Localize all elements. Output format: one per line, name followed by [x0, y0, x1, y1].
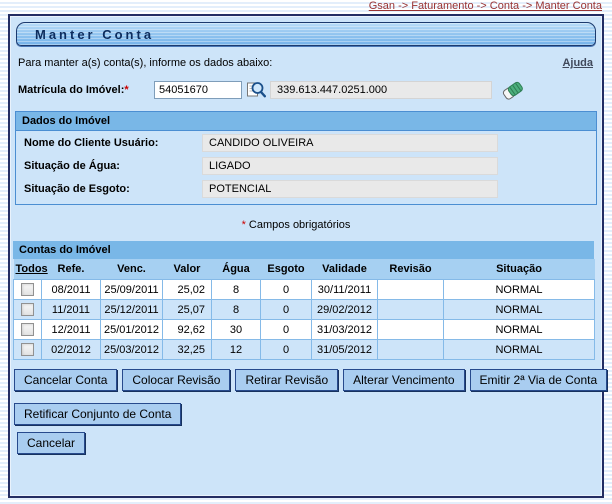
cell-validade: 31/05/2012 [312, 340, 378, 360]
actions-row-1: Cancelar Conta Colocar Revisão Retirar R… [14, 369, 598, 391]
manter-conta-panel: Manter Conta Para manter a(s) conta(s), … [8, 14, 604, 498]
cell-venc: 25/12/2011 [101, 300, 163, 320]
help-link[interactable]: Ajuda [562, 57, 593, 69]
cell-revisao [378, 320, 444, 340]
table-row: 11/2011 25/12/2011 25,07 8 0 29/02/2012 … [14, 300, 595, 320]
cell-situacao: NORMAL [444, 340, 595, 360]
matricula-label: Matrícula do Imóvel:* [18, 84, 154, 96]
cell-situacao: NORMAL [444, 280, 595, 300]
cell-situacao: NORMAL [444, 300, 595, 320]
actions-row-3: Cancelar [17, 432, 598, 454]
matricula-label-text: Matrícula do Imóvel: [18, 84, 124, 96]
required-note-asterisk: * [242, 219, 246, 231]
retificar-conjunto-button[interactable]: Retificar Conjunto de Conta [14, 403, 181, 425]
cell-refe: 08/2011 [42, 280, 101, 300]
col-revisao: Revisão [378, 259, 444, 280]
field-row-nome-cliente: Nome do Cliente Usuário: CANDIDO OLIVEIR… [16, 131, 596, 154]
cell-esgoto: 0 [261, 280, 312, 300]
page-title-bar: Manter Conta [16, 22, 596, 46]
cell-valor: 32,25 [163, 340, 212, 360]
table-row: 12/2011 25/01/2012 92,62 30 0 31/03/2012… [14, 320, 595, 340]
emitir-segunda-via-button[interactable]: Emitir 2ª Via de Conta [470, 369, 608, 391]
contas-section: Contas do Imóvel Todos Refe. Venc. Valor… [13, 241, 594, 360]
nome-cliente-value: CANDIDO OLIVEIRA [202, 134, 498, 152]
actions-area: Cancelar Conta Colocar Revisão Retirar R… [13, 369, 599, 454]
cell-validade: 30/11/2011 [312, 280, 378, 300]
field-row-situacao-esgoto: Situação de Esgoto: POTENCIAL [16, 177, 596, 204]
retirar-revisao-button[interactable]: Retirar Revisão [235, 369, 338, 391]
cell-refe: 11/2011 [42, 300, 101, 320]
cancelar-button[interactable]: Cancelar [17, 432, 85, 454]
matricula-row: Matrícula do Imóvel:* 339.613.447.0251.0… [13, 71, 599, 107]
eraser-icon[interactable] [502, 79, 524, 101]
cell-venc: 25/09/2011 [101, 280, 163, 300]
contas-title: Contas do Imóvel [13, 241, 594, 259]
row-checkbox[interactable] [21, 323, 34, 336]
cell-refe: 02/2012 [42, 340, 101, 360]
field-row-situacao-agua: Situação de Água: LIGADO [16, 154, 596, 177]
table-row: 02/2012 25/03/2012 32,25 12 0 31/05/2012… [14, 340, 595, 360]
matricula-input[interactable] [154, 81, 242, 99]
row-checkbox[interactable] [21, 303, 34, 316]
intro-row: Para manter a(s) conta(s), informe os da… [13, 52, 599, 71]
row-checkbox[interactable] [21, 343, 34, 356]
col-refe: Refe. [42, 259, 101, 280]
cell-valor: 25,02 [163, 280, 212, 300]
cell-esgoto: 0 [261, 340, 312, 360]
cell-venc: 25/01/2012 [101, 320, 163, 340]
cell-agua: 30 [212, 320, 261, 340]
cell-revisao [378, 280, 444, 300]
cell-validade: 31/03/2012 [312, 320, 378, 340]
cancelar-conta-button[interactable]: Cancelar Conta [14, 369, 117, 391]
cell-valor: 92,62 [163, 320, 212, 340]
col-situacao: Situação [444, 259, 595, 280]
cell-agua: 12 [212, 340, 261, 360]
situacao-esgoto-label: Situação de Esgoto: [24, 183, 202, 195]
cell-refe: 12/2011 [42, 320, 101, 340]
inscription-field: 339.613.447.0251.000 [270, 81, 492, 99]
actions-row-2: Retificar Conjunto de Conta [14, 403, 598, 425]
cell-valor: 25,07 [163, 300, 212, 320]
dados-imovel-title: Dados do Imóvel [16, 112, 596, 131]
cell-validade: 29/02/2012 [312, 300, 378, 320]
cell-situacao: NORMAL [444, 320, 595, 340]
col-valor: Valor [163, 259, 212, 280]
col-agua: Água [212, 259, 261, 280]
col-esgoto: Esgoto [261, 259, 312, 280]
cell-agua: 8 [212, 300, 261, 320]
colocar-revisao-button[interactable]: Colocar Revisão [122, 369, 230, 391]
table-row: 08/2011 25/09/2011 25,02 8 0 30/11/2011 … [14, 280, 595, 300]
col-validade: Validade [312, 259, 378, 280]
page-title: Manter Conta [35, 27, 154, 42]
table-header-row: Todos Refe. Venc. Valor Água Esgoto Vali… [14, 259, 595, 280]
required-asterisk: * [124, 84, 128, 96]
select-all-link[interactable]: Todos [14, 259, 42, 280]
situacao-agua-label: Situação de Água: [24, 160, 202, 172]
cell-esgoto: 0 [261, 320, 312, 340]
nome-cliente-label: Nome do Cliente Usuário: [24, 137, 202, 149]
cell-revisao [378, 300, 444, 320]
required-note-text: Campos obrigatórios [249, 219, 351, 231]
search-icon[interactable] [246, 80, 266, 100]
situacao-agua-value: LIGADO [202, 157, 498, 175]
required-fields-note: * Campos obrigatórios [13, 219, 579, 231]
col-venc: Venc. [101, 259, 163, 280]
instructions-text: Para manter a(s) conta(s), informe os da… [18, 57, 272, 69]
row-checkbox[interactable] [21, 283, 34, 296]
alterar-vencimento-button[interactable]: Alterar Vencimento [343, 369, 464, 391]
cell-venc: 25/03/2012 [101, 340, 163, 360]
cell-esgoto: 0 [261, 300, 312, 320]
situacao-esgoto-value: POTENCIAL [202, 180, 498, 198]
dados-imovel-section: Dados do Imóvel Nome do Cliente Usuário:… [15, 111, 597, 205]
cell-agua: 8 [212, 280, 261, 300]
breadcrumb[interactable]: Gsan -> Faturamento -> Conta -> Manter C… [369, 0, 602, 12]
contas-table: Todos Refe. Venc. Valor Água Esgoto Vali… [13, 259, 595, 360]
cell-revisao [378, 340, 444, 360]
